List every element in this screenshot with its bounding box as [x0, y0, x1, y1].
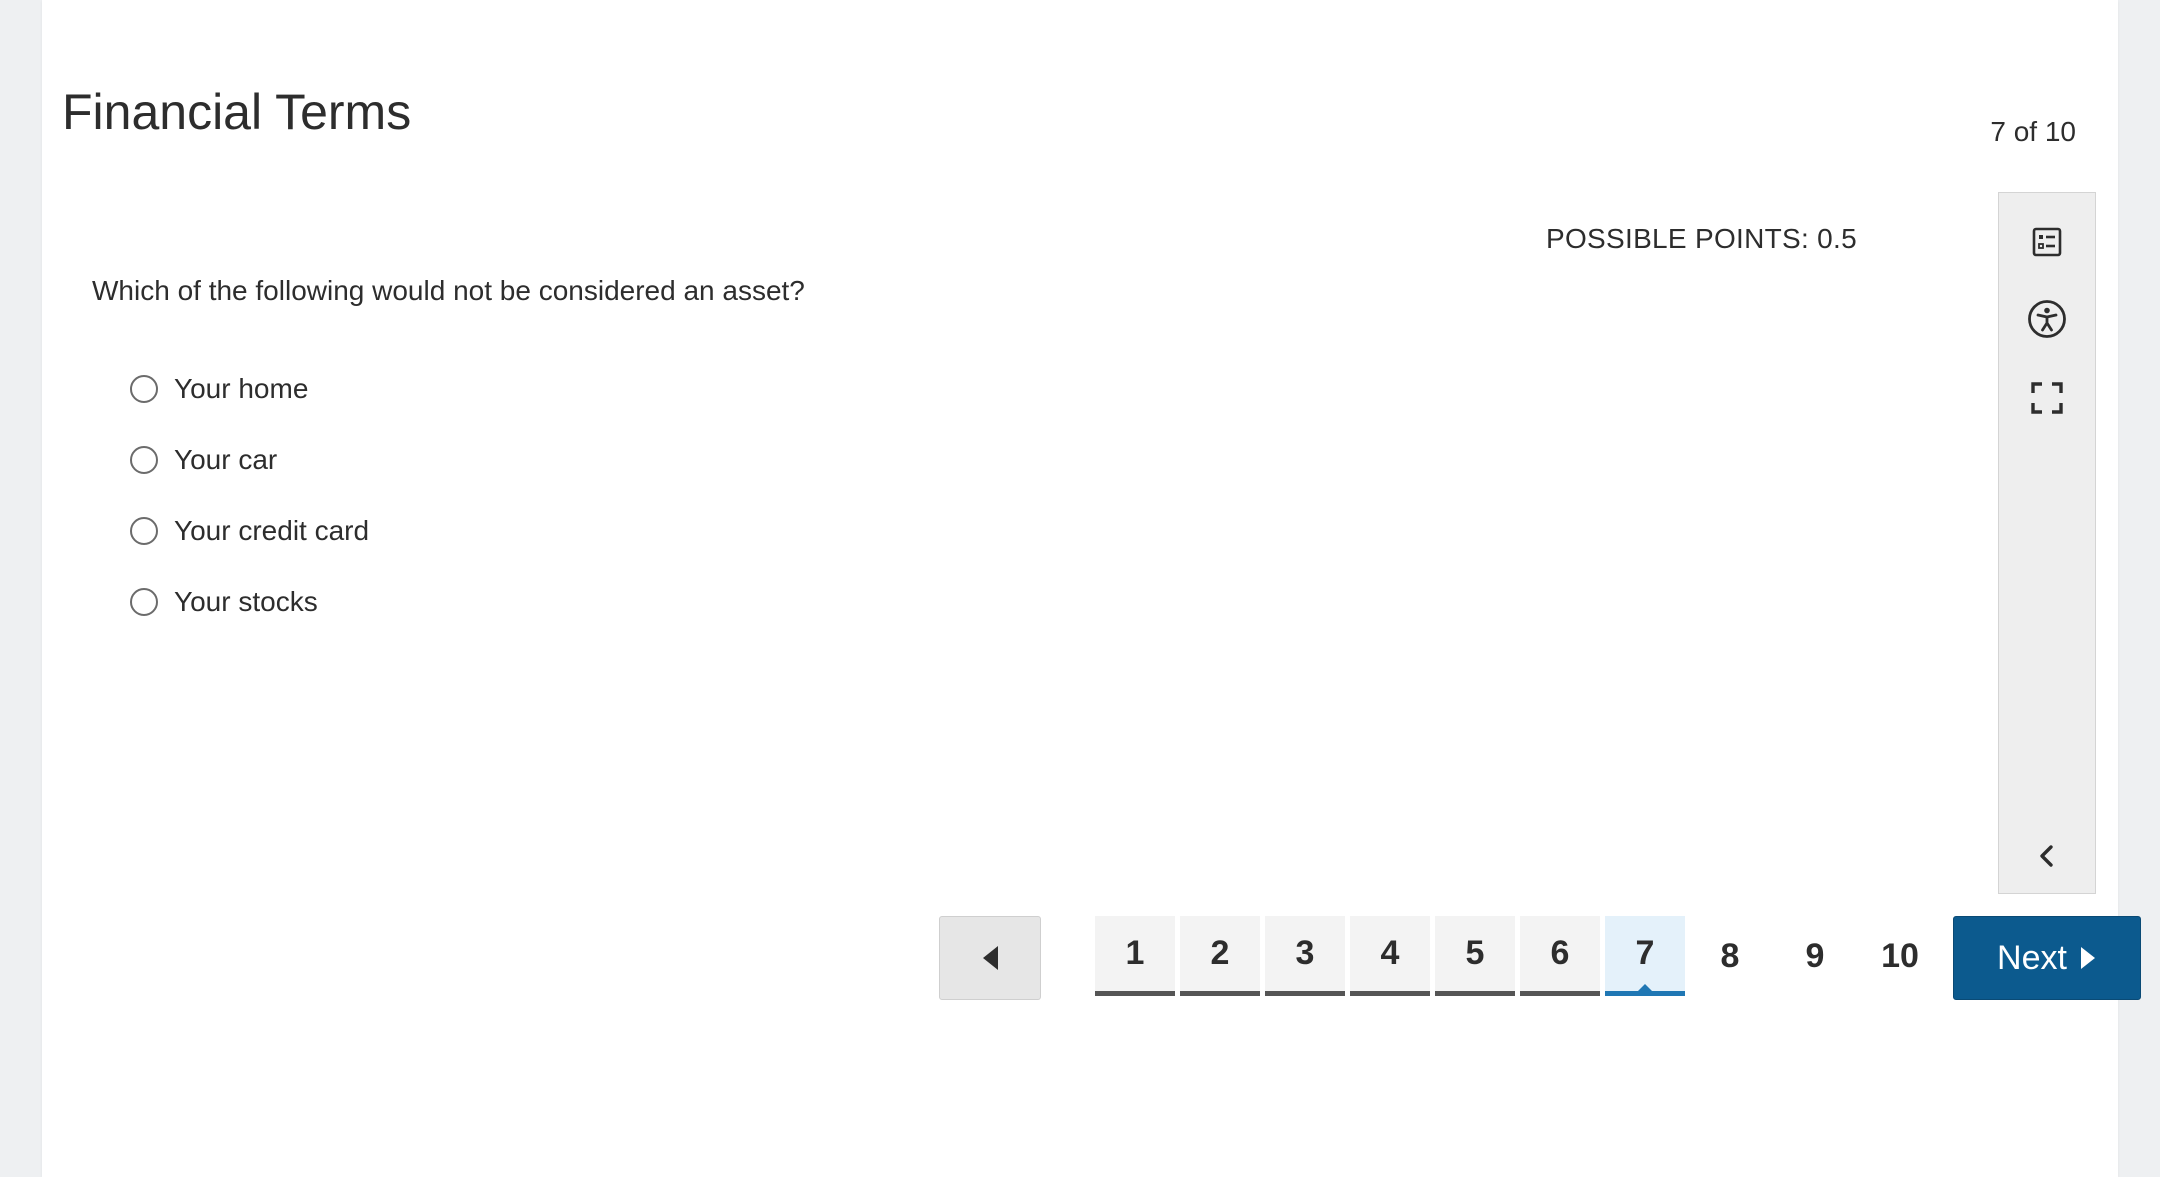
page-button-7-current[interactable]: 7	[1605, 916, 1685, 996]
form-tool-button[interactable]	[1999, 212, 2095, 272]
option-your-credit-card[interactable]: Your credit card	[130, 495, 369, 566]
option-label: Your stocks	[174, 585, 318, 617]
option-label: Your car	[174, 443, 278, 475]
possible-points: POSSIBLE POINTS: 0.5	[1546, 223, 1858, 254]
form-icon	[2032, 227, 2062, 257]
caret-right-icon	[2080, 947, 2095, 969]
fullscreen-icon	[2031, 382, 2063, 414]
side-toolbar	[1998, 192, 2096, 894]
page-number: 7	[1635, 934, 1655, 972]
option-label: Your credit card	[174, 514, 370, 546]
option-label: Your home	[174, 372, 309, 404]
next-button[interactable]: Next	[1953, 916, 2141, 1000]
quiz-page: Financial Terms 7 of 10 POSSIBLE POINTS:…	[42, 0, 2141, 1177]
current-caret	[1638, 984, 1652, 991]
page-button-2[interactable]: 2	[1180, 916, 1260, 996]
option-your-stocks[interactable]: Your stocks	[130, 566, 369, 637]
page-button-9[interactable]: 9	[1775, 916, 1855, 996]
radio-button[interactable]	[130, 374, 158, 403]
page-button-5[interactable]: 5	[1435, 916, 1515, 996]
page-button-1[interactable]: 1	[1095, 916, 1175, 996]
page-button-6[interactable]: 6	[1520, 916, 1600, 996]
accessibility-icon	[2028, 300, 2066, 338]
accessibility-button[interactable]	[1999, 289, 2095, 349]
question-counter: 7 of 10	[1990, 116, 2076, 147]
collapse-toolbar-button[interactable]	[1999, 826, 2095, 886]
option-your-car[interactable]: Your car	[130, 424, 369, 495]
radio-button[interactable]	[130, 516, 158, 545]
question-text: Which of the following would not be cons…	[92, 275, 805, 306]
page-title: Financial Terms	[62, 84, 412, 140]
page-button-3[interactable]: 3	[1265, 916, 1345, 996]
page-button-4[interactable]: 4	[1350, 916, 1430, 996]
radio-button[interactable]	[130, 587, 158, 616]
answer-options: Your home Your car Your credit card Your…	[130, 353, 369, 637]
fullscreen-button[interactable]	[1999, 368, 2095, 428]
chevron-left-icon	[2040, 845, 2053, 867]
next-button-label: Next	[1997, 938, 2067, 977]
page-button-8[interactable]: 8	[1690, 916, 1770, 996]
caret-left-icon	[983, 946, 998, 970]
option-your-home[interactable]: Your home	[130, 353, 369, 424]
page-button-10[interactable]: 10	[1860, 916, 1940, 996]
previous-button[interactable]	[939, 916, 1041, 1000]
radio-button[interactable]	[130, 445, 158, 474]
